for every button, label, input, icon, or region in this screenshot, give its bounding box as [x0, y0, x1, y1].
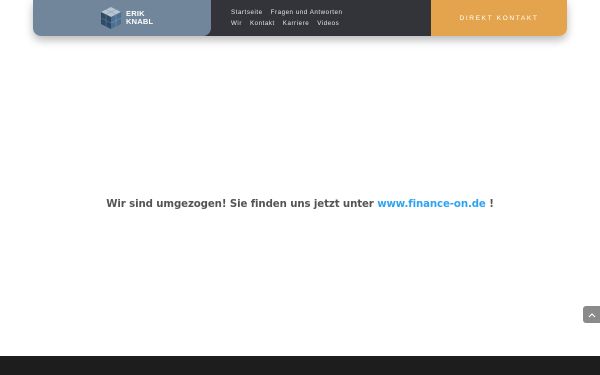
- nav-link-fragen-und-antworten[interactable]: Fragen und Antworten: [271, 9, 343, 16]
- footer-bar: [0, 356, 600, 375]
- nav-row-2: Wir Kontakt Karriere Videos: [231, 20, 431, 27]
- new-site-link[interactable]: www.finance-on.de: [377, 199, 486, 210]
- relocation-message-text: Wir sind umgezogen! Sie finden uns jetzt…: [106, 199, 378, 210]
- nav-row-1: Startseite Fragen und Antworten: [231, 9, 431, 16]
- main-nav: Startseite Fragen und Antworten Wir Kont…: [203, 0, 431, 36]
- nav-link-karriere[interactable]: Karriere: [283, 20, 309, 27]
- nav-link-startseite[interactable]: Startseite: [231, 9, 263, 16]
- nav-link-kontakt[interactable]: Kontakt: [250, 20, 275, 27]
- relocation-message-end: !: [485, 199, 494, 210]
- brand-logo[interactable]: ERIK KNABL: [33, 0, 211, 36]
- brand-name: ERIK KNABL: [126, 10, 153, 26]
- relocation-message: Wir sind umgezogen! Sie finden uns jetzt…: [0, 199, 600, 210]
- site-header: ERIK KNABL Startseite Fragen und Antwort…: [33, 0, 567, 36]
- brand-line-2: KNABL: [126, 17, 154, 26]
- chevron-up-icon: [588, 312, 595, 317]
- nav-link-videos[interactable]: Videos: [317, 20, 339, 27]
- nav-link-wir[interactable]: Wir: [231, 20, 242, 27]
- direkt-kontakt-button[interactable]: DIREKT KONTAKT: [431, 0, 567, 36]
- scroll-to-top-button[interactable]: [583, 306, 600, 323]
- cube-logo-icon: [100, 7, 122, 29]
